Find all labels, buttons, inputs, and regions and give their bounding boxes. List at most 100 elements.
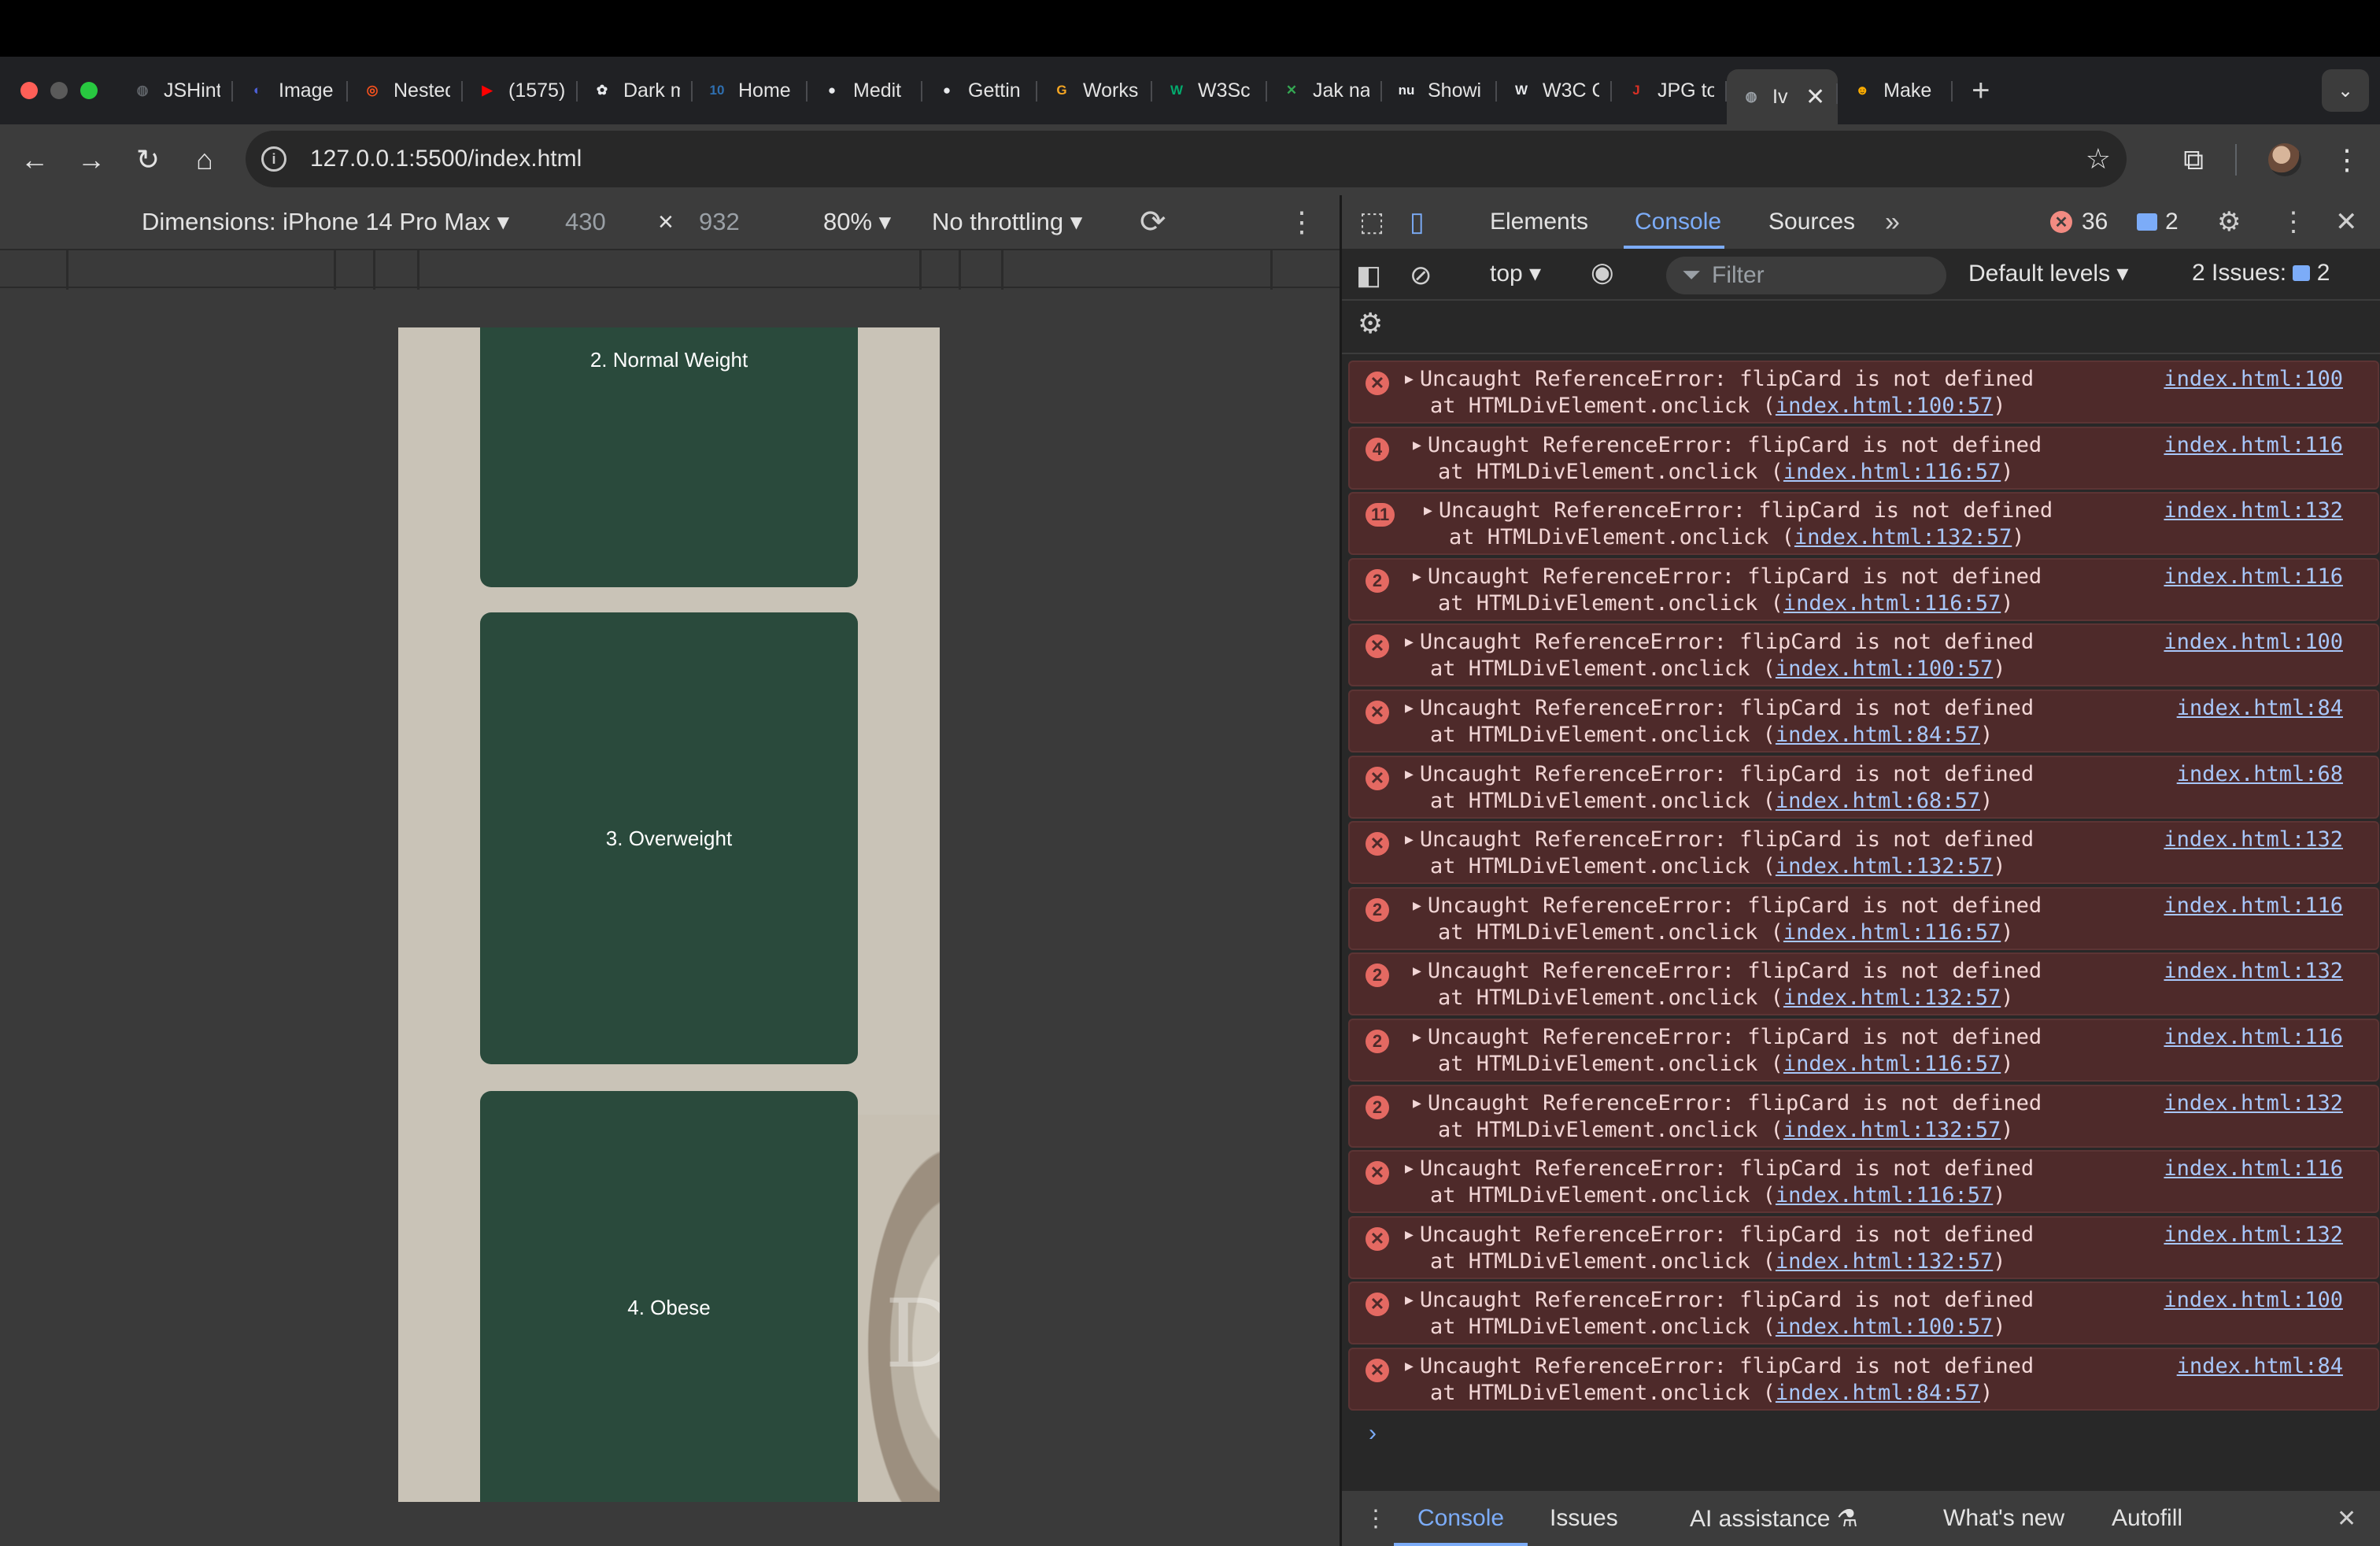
source-link[interactable]: index.html:132 — [2164, 1091, 2343, 1115]
browser-tab[interactable]: 10 Home — [693, 67, 808, 114]
settings-gear-icon[interactable]: ⚙ — [2217, 206, 2241, 238]
tab-sources[interactable]: Sources — [1768, 209, 1855, 235]
browser-tab[interactable]: ✕ Jak na — [1267, 67, 1382, 114]
address-bar[interactable]: i 127.0.0.1:5500/index.html ☆ — [246, 131, 2127, 187]
stack-link[interactable]: index.html:116:57 — [1783, 1052, 2001, 1076]
card-obese[interactable]: 4. Obese — [480, 1091, 858, 1502]
stack-link[interactable]: index.html:100:57 — [1776, 394, 1993, 418]
sidebar-toggle-icon[interactable]: ◧ — [1356, 260, 1381, 291]
expand-triangle-icon[interactable]: ▶ — [1405, 700, 1414, 716]
forward-button[interactable]: → — [63, 143, 120, 176]
log-levels-select[interactable]: Default levels ▾ — [1968, 260, 2129, 287]
browser-tab[interactable]: ☻ Make — [1838, 67, 1953, 114]
console-settings-gear-icon[interactable]: ⚙ — [1358, 307, 1383, 340]
drawer-tab-autofill[interactable]: Autofill — [2112, 1505, 2182, 1532]
source-link[interactable]: index.html:116 — [2164, 433, 2343, 457]
browser-tab[interactable]: ◍ Iv ✕ — [1727, 69, 1839, 124]
viewport-height-input[interactable]: 932 — [699, 208, 740, 236]
browser-tab[interactable]: J JPG to — [1612, 67, 1727, 114]
media-query-bar[interactable] — [0, 249, 1340, 290]
viewport-width-input[interactable]: 430 — [565, 208, 606, 236]
console-error-row[interactable]: 11 ▶ Uncaught ReferenceError: flipCard is … — [1348, 492, 2379, 556]
stack-link[interactable]: index.html:116:57 — [1776, 1183, 1993, 1208]
expand-triangle-icon[interactable]: ▶ — [1405, 1226, 1414, 1243]
expand-triangle-icon[interactable]: ▶ — [1405, 371, 1414, 387]
extensions-puzzle-icon[interactable]: ⧉ — [2183, 143, 2204, 177]
browser-tab[interactable]: ● Medit — [808, 67, 922, 114]
device-dimensions-select[interactable]: Dimensions: iPhone 14 Pro Max ▾ — [142, 208, 509, 236]
devtools-menu-icon[interactable]: ⋮ — [2280, 206, 2307, 238]
stack-link[interactable]: index.html:132:57 — [1776, 1249, 1993, 1274]
source-link[interactable]: index.html:100 — [2164, 1288, 2343, 1312]
stack-link[interactable]: index.html:84:57 — [1776, 1381, 1980, 1405]
maximize-window-button[interactable] — [80, 82, 98, 99]
console-error-row[interactable]: ✕ ▶ Uncaught ReferenceError: flipCard is n… — [1348, 689, 2379, 753]
expand-triangle-icon[interactable]: ▶ — [1405, 831, 1414, 848]
inspect-element-icon[interactable]: ⬚ — [1359, 206, 1384, 238]
source-link[interactable]: index.html:100 — [2164, 630, 2343, 654]
browser-menu-icon[interactable]: ⋮ — [2333, 143, 2361, 176]
stack-link[interactable]: index.html:132:57 — [1783, 1118, 2001, 1142]
reload-button[interactable]: ↻ — [120, 143, 176, 176]
rotate-icon[interactable]: ⟳ — [1140, 204, 1166, 240]
browser-tab[interactable]: nu Showi — [1382, 67, 1497, 114]
site-info-icon[interactable]: i — [261, 146, 286, 172]
tab-search-button[interactable]: ⌄ — [2322, 69, 2369, 112]
browser-tab[interactable]: W W3C C — [1497, 67, 1612, 114]
stack-link[interactable]: index.html:116:57 — [1783, 460, 2001, 484]
device-more-icon[interactable]: ⋮ — [1288, 205, 1316, 239]
card-overweight[interactable]: 3. Overweight — [480, 612, 858, 1064]
stack-link[interactable]: index.html:132:57 — [1776, 854, 1993, 878]
source-link[interactable]: index.html:132 — [2164, 498, 2343, 523]
stack-link[interactable]: index.html:68:57 — [1776, 789, 1980, 813]
address-url[interactable]: 127.0.0.1:5500/index.html — [310, 146, 582, 172]
expand-triangle-icon[interactable]: ▶ — [1405, 634, 1414, 650]
new-tab-button[interactable]: + — [1953, 73, 2009, 109]
expand-triangle-icon[interactable]: ▶ — [1413, 1095, 1421, 1111]
expand-triangle-icon[interactable]: ▶ — [1405, 1292, 1414, 1308]
browser-tab[interactable]: ✿ Dark m — [578, 67, 693, 114]
stack-link[interactable]: index.html:116:57 — [1783, 920, 2001, 945]
expand-triangle-icon[interactable]: ▶ — [1405, 766, 1414, 782]
browser-tab[interactable]: ◎ Nested — [348, 67, 463, 114]
console-error-row[interactable]: 2 ▶ Uncaught ReferenceError: flipCard is n… — [1348, 1084, 2379, 1148]
back-button[interactable]: ← — [6, 143, 63, 176]
expand-triangle-icon[interactable]: ▶ — [1405, 1358, 1414, 1374]
minimize-window-button[interactable] — [50, 82, 68, 99]
drawer-tab-console[interactable]: Console — [1417, 1505, 1504, 1532]
source-link[interactable]: index.html:116 — [2164, 1025, 2343, 1049]
expand-triangle-icon[interactable]: ▶ — [1413, 437, 1421, 453]
console-error-row[interactable]: ✕ ▶ Uncaught ReferenceError: flipCard is n… — [1348, 1282, 2379, 1345]
drawer-tab-issues[interactable]: Issues — [1550, 1505, 1618, 1532]
stack-link[interactable]: index.html:100:57 — [1776, 1315, 1993, 1339]
source-link[interactable]: index.html:132 — [2164, 827, 2343, 852]
close-window-button[interactable] — [20, 82, 38, 99]
console-error-row[interactable]: 2 ▶ Uncaught ReferenceError: flipCard is n… — [1348, 1018, 2379, 1082]
home-button[interactable]: ⌂ — [176, 143, 233, 176]
source-link[interactable]: index.html:68 — [2177, 762, 2343, 786]
browser-tab[interactable]: W W3Sc — [1152, 67, 1267, 114]
message-count-badge[interactable]: 2 — [2137, 209, 2179, 235]
console-error-row[interactable]: 4 ▶ Uncaught ReferenceError: flipCard is n… — [1348, 426, 2379, 490]
source-link[interactable]: index.html:84 — [2177, 1354, 2343, 1378]
zoom-select[interactable]: 80% ▾ — [823, 208, 891, 236]
throttling-select[interactable]: No throttling ▾ — [932, 208, 1082, 236]
expand-triangle-icon[interactable]: ▶ — [1413, 1029, 1421, 1045]
bookmark-star-icon[interactable]: ☆ — [2086, 142, 2111, 176]
expand-triangle-icon[interactable]: ▶ — [1413, 568, 1421, 585]
clear-console-icon[interactable]: ⊘ — [1410, 260, 1432, 291]
profile-avatar[interactable] — [2268, 143, 2301, 176]
console-error-row[interactable]: ✕ ▶ Uncaught ReferenceError: flipCard is n… — [1348, 1215, 2379, 1279]
source-link[interactable]: index.html:132 — [2164, 1222, 2343, 1247]
expand-triangle-icon[interactable]: ▶ — [1413, 897, 1421, 914]
drawer-menu-icon[interactable]: ⋮ — [1364, 1505, 1388, 1533]
live-expression-eye-icon[interactable]: ◉ — [1591, 257, 1614, 288]
stack-link[interactable]: index.html:132:57 — [1783, 986, 2001, 1010]
drawer-tab-whats-new[interactable]: What's new — [1943, 1505, 2064, 1532]
console-error-row[interactable]: ✕ ▶ Uncaught ReferenceError: flipCard is n… — [1348, 361, 2379, 423]
drawer-tab-ai-assistance[interactable]: AI assistance ⚗ — [1690, 1505, 1858, 1533]
browser-tab[interactable]: ▶ (1575) — [463, 67, 578, 114]
tab-elements[interactable]: Elements — [1490, 209, 1588, 235]
console-prompt-icon[interactable]: › — [1369, 1420, 1377, 1447]
console-error-row[interactable]: 2 ▶ Uncaught ReferenceError: flipCard is n… — [1348, 557, 2379, 621]
